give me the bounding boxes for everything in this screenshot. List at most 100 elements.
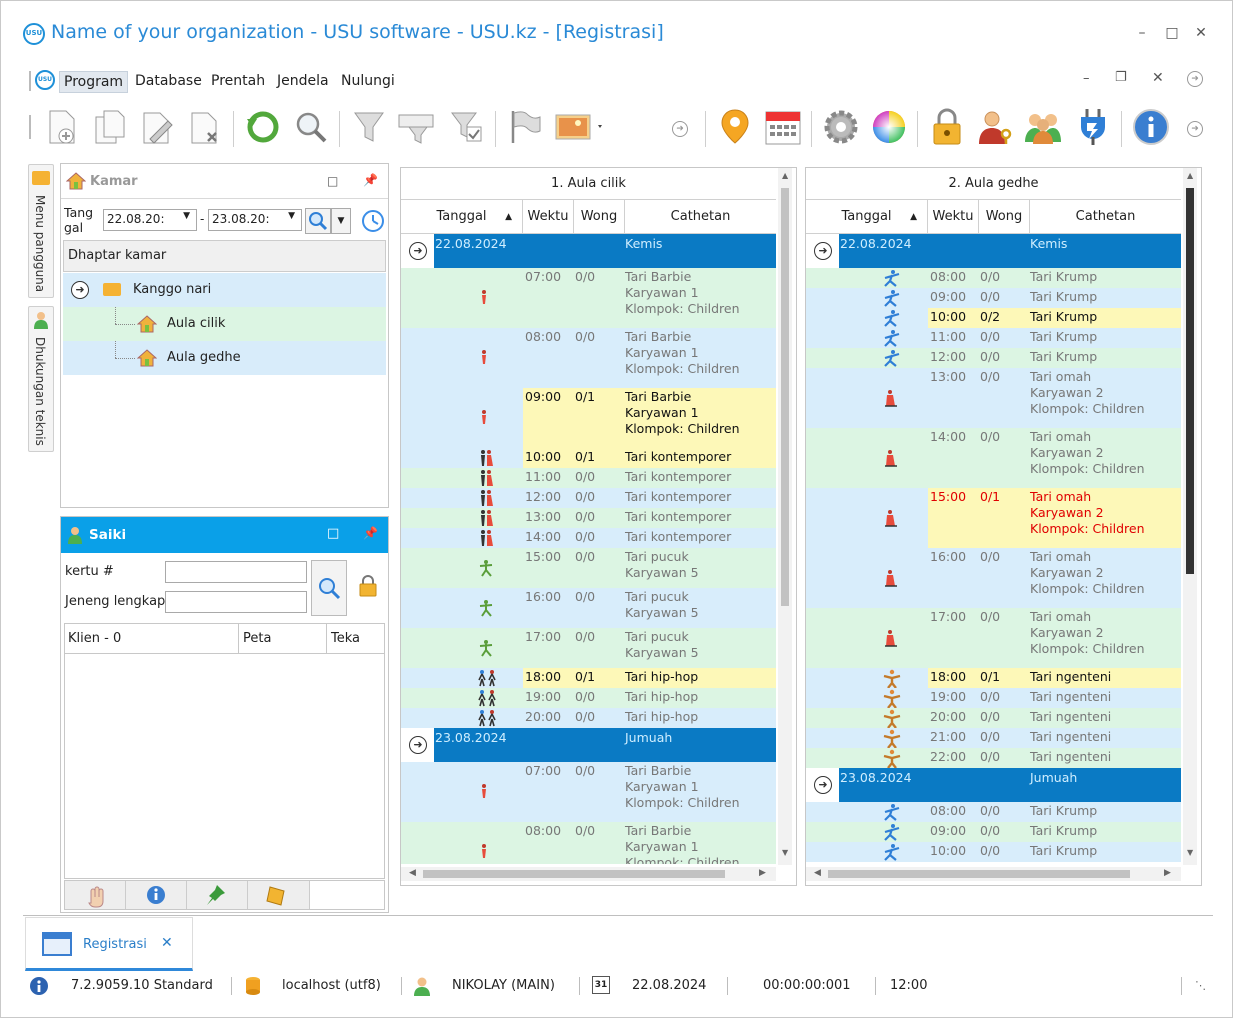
- group-toggle-icon[interactable]: ➜: [409, 242, 427, 260]
- user-key-icon[interactable]: [975, 107, 1015, 147]
- col-cathetan[interactable]: Cathetan: [1030, 200, 1181, 234]
- col-tanggal[interactable]: Tanggal ▲: [806, 200, 928, 234]
- schedule-row[interactable]: 16:00 0/0 Tari pucuk Karyawan 5: [401, 588, 776, 628]
- clock-icon[interactable]: [361, 209, 385, 233]
- menu-nulungi[interactable]: Nulungi: [337, 71, 399, 91]
- col-wektu[interactable]: Wektu: [928, 200, 979, 234]
- full-name-input[interactable]: [165, 591, 307, 613]
- menu-program[interactable]: Program: [59, 71, 129, 93]
- date-group-row[interactable]: ➜ 23.08.2024 Jumuah: [806, 768, 1181, 802]
- schedule-row[interactable]: 10:00 0/1 Tari kontemporer: [401, 448, 776, 468]
- info-button[interactable]: [126, 881, 187, 909]
- image-dropdown-icon[interactable]: [553, 107, 605, 147]
- scroll-thumb-h[interactable]: [423, 870, 725, 878]
- scroll-right-icon[interactable]: ▶: [1164, 868, 1171, 878]
- collapse-icon[interactable]: ➜: [71, 281, 89, 299]
- close-icon[interactable]: ✕: [1191, 23, 1211, 43]
- schedule-row[interactable]: 18:00 0/1 Tari hip-hop: [401, 668, 776, 688]
- map-pin-icon[interactable]: [715, 107, 755, 147]
- menu-prentah[interactable]: Prentah: [207, 71, 269, 91]
- kamar-maximize-icon[interactable]: □: [327, 174, 338, 188]
- schedule-row[interactable]: 15:00 0/1 Tari omah Karyawan 2 Klompok: Chil…: [806, 488, 1181, 548]
- mdi-close-icon[interactable]: ✕: [1152, 70, 1164, 86]
- users-group-icon[interactable]: [1023, 107, 1063, 147]
- grid-scrollbar-h[interactable]: ◀ ▶: [806, 867, 1181, 881]
- mdi-restore-icon[interactable]: ❐: [1115, 70, 1127, 85]
- tab-close-icon[interactable]: ✕: [161, 935, 173, 951]
- col-map[interactable]: Peta: [239, 624, 327, 653]
- col-client[interactable]: Klien - 0: [65, 624, 239, 653]
- menu-jendela[interactable]: Jendela: [273, 71, 333, 91]
- schedule-row[interactable]: 20:00 0/0 Tari ngenteni: [806, 708, 1181, 729]
- minimize-icon[interactable]: –: [1132, 23, 1152, 43]
- add-record-icon[interactable]: [41, 107, 81, 147]
- schedule-row[interactable]: 08:00 0/0 Tari Barbie Karyawan 1 Klompok: Ch…: [401, 328, 776, 388]
- ticket-button[interactable]: [248, 881, 310, 909]
- schedule-row[interactable]: 12:00 0/0 Tari Krump: [806, 348, 1181, 368]
- date-search-dropdown[interactable]: ▼: [331, 208, 351, 234]
- schedule-row[interactable]: 17:00 0/0 Tari omah Karyawan 2 Klompok: Chil…: [806, 608, 1181, 668]
- menu-database[interactable]: Database: [131, 71, 206, 91]
- schedule-row[interactable]: 21:00 0/0 Tari ngenteni: [806, 728, 1181, 749]
- schedule-row[interactable]: 10:00 0/0 Tari Krump: [806, 842, 1181, 862]
- schedule-row[interactable]: 14:00 0/0 Tari kontemporer: [401, 528, 776, 548]
- tree-item-aula-cilik[interactable]: Aula cilik: [63, 307, 386, 341]
- maximize-icon[interactable]: □: [1162, 23, 1182, 43]
- col-wong[interactable]: Wong: [574, 200, 625, 234]
- schedule-row[interactable]: 17:00 0/0 Tari pucuk Karyawan 5: [401, 628, 776, 668]
- scroll-thumb-h[interactable]: [828, 870, 1130, 878]
- schedule-row[interactable]: 11:00 0/0 Tari Krump: [806, 328, 1181, 348]
- schedule-row[interactable]: 22:00 0/0 Tari ngenteni: [806, 748, 1181, 769]
- tree-item-kanggo-nari[interactable]: ➜ Kanggo nari: [63, 273, 386, 307]
- color-wheel-icon[interactable]: [869, 107, 909, 147]
- schedule-row[interactable]: 16:00 0/0 Tari omah Karyawan 2 Klompok: Chil…: [806, 548, 1181, 608]
- plugin-icon[interactable]: [1073, 107, 1113, 147]
- scroll-left-icon[interactable]: ◀: [814, 868, 821, 878]
- schedule-row[interactable]: 18:00 0/1 Tari ngenteni: [806, 668, 1181, 689]
- sidetab-menu[interactable]: Menu pangguna: [28, 164, 54, 298]
- tab-registrasi[interactable]: Registrasi ✕: [25, 917, 193, 971]
- delete-record-icon[interactable]: [185, 107, 225, 147]
- schedule-row[interactable]: 08:00 0/0 Tari Barbie Karyawan 1 Klompok: Ch…: [401, 822, 776, 864]
- toolbar-expand-icon[interactable]: ➜: [672, 121, 688, 137]
- grid-scrollbar-h[interactable]: ◀ ▶: [401, 867, 776, 881]
- schedule-row[interactable]: 14:00 0/0 Tari omah Karyawan 2 Klompok: Chil…: [806, 428, 1181, 488]
- schedule-row[interactable]: 13:00 0/0 Tari kontemporer: [401, 508, 776, 528]
- calendar-icon[interactable]: [763, 107, 803, 147]
- date-search-button[interactable]: [305, 208, 331, 234]
- tree-item-aula-gedhe[interactable]: Aula gedhe: [63, 341, 386, 375]
- date-to-input[interactable]: 23.08.20: ▼: [208, 209, 302, 231]
- edit-record-icon[interactable]: [137, 107, 177, 147]
- flag-icon[interactable]: [505, 107, 545, 147]
- filter-icon[interactable]: [349, 107, 389, 147]
- grid-scrollbar-v[interactable]: ▲ ▼: [1183, 168, 1197, 865]
- lock-icon[interactable]: [358, 575, 378, 601]
- date-group-row[interactable]: ➜ 22.08.2024 Kemis: [806, 234, 1181, 268]
- col-wektu[interactable]: Wektu: [523, 200, 574, 234]
- scroll-thumb[interactable]: [1186, 188, 1194, 574]
- settings-gear-icon[interactable]: [821, 107, 861, 147]
- kamar-pin-icon[interactable]: 📌: [363, 173, 378, 187]
- saiki-pin-icon[interactable]: 📌: [363, 526, 378, 540]
- toolbar-expand-icon-2[interactable]: ➜: [1187, 121, 1203, 137]
- scroll-right-icon[interactable]: ▶: [759, 868, 766, 878]
- saiki-maximize-icon[interactable]: □: [327, 526, 339, 541]
- schedule-row[interactable]: 08:00 0/0 Tari Krump: [806, 268, 1181, 288]
- schedule-row[interactable]: 20:00 0/0 Tari hip-hop: [401, 708, 776, 728]
- scroll-up-icon[interactable]: ▲: [782, 171, 788, 180]
- group-toggle-icon[interactable]: ➜: [409, 736, 427, 754]
- grid-scrollbar-v[interactable]: ▲ ▼: [778, 168, 792, 865]
- schedule-row[interactable]: 12:00 0/0 Tari kontemporer: [401, 488, 776, 508]
- copy-record-icon[interactable]: [89, 107, 129, 147]
- lock-icon[interactable]: [927, 107, 967, 147]
- scroll-left-icon[interactable]: ◀: [409, 868, 416, 878]
- mdi-minimize-icon[interactable]: –: [1083, 71, 1090, 86]
- hand-button[interactable]: [65, 881, 126, 909]
- schedule-row[interactable]: 08:00 0/0 Tari Krump: [806, 802, 1181, 822]
- schedule-row[interactable]: 10:00 0/2 Tari Krump: [806, 308, 1181, 328]
- date-from-input[interactable]: 22.08.20: ▼: [103, 209, 197, 231]
- schedule-row[interactable]: 07:00 0/0 Tari Barbie Karyawan 1 Klompok: Ch…: [401, 762, 776, 822]
- filter-field-icon[interactable]: [397, 107, 437, 147]
- schedule-row[interactable]: 13:00 0/0 Tari omah Karyawan 2 Klompok: Chil…: [806, 368, 1181, 428]
- date-group-row[interactable]: ➜ 22.08.2024 Kemis: [401, 234, 776, 268]
